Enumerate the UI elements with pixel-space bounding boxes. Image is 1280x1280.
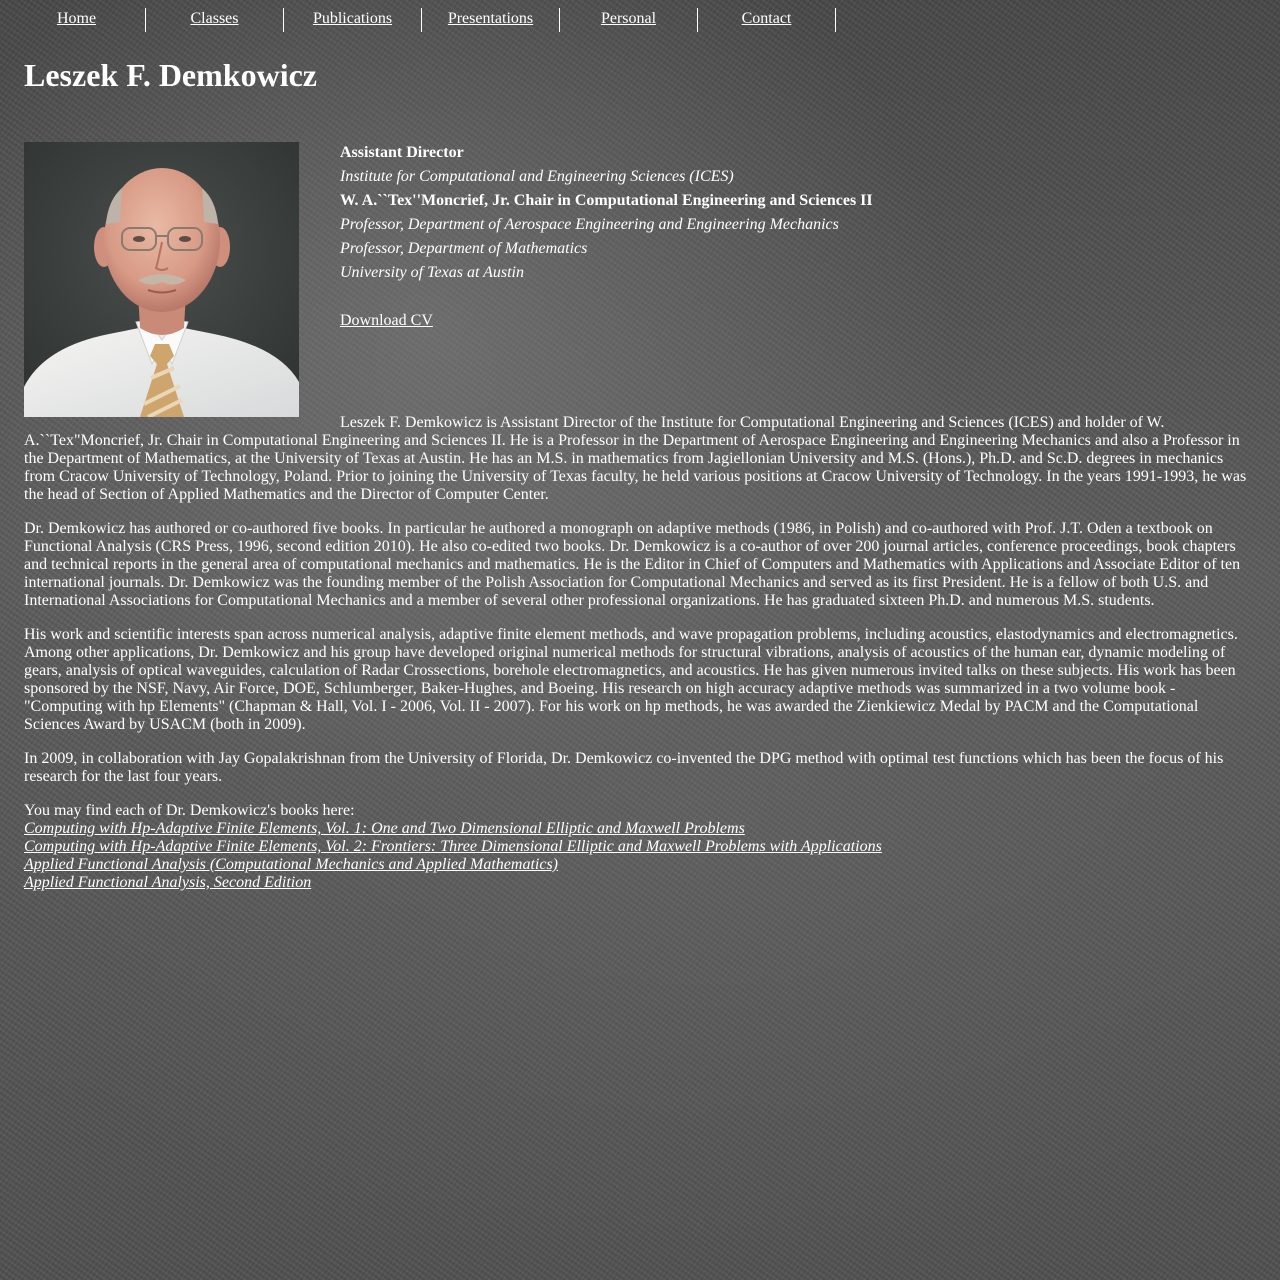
title-math-professor: Professor, Department of Mathematics xyxy=(340,240,588,257)
books-intro: You may find each of Dr. Demkowicz's boo… xyxy=(24,802,355,819)
nav-item-presentations: Presentations xyxy=(422,8,560,32)
title-chair: W. A.``Tex''Moncrief, Jr. Chair in Compu… xyxy=(340,192,873,209)
cv-link-wrapper: Download CV xyxy=(340,309,433,333)
book-link-hp-vol2[interactable]: Computing with Hp-Adaptive Finite Elemen… xyxy=(24,838,1256,856)
nav-link-classes[interactable]: Classes xyxy=(191,10,239,27)
biography: Leszek F. Demkowicz is Assistant Directo… xyxy=(24,414,1256,892)
top-nav: Home Classes Publications Presentations … xyxy=(8,8,836,32)
nav-item-publications: Publications xyxy=(284,8,422,32)
nav-item-classes: Classes xyxy=(146,8,284,32)
nav-link-presentations[interactable]: Presentations xyxy=(448,10,533,27)
book-link-functional-analysis[interactable]: Applied Functional Analysis (Computation… xyxy=(24,856,1256,874)
book-link-hp-vol1[interactable]: Computing with Hp-Adaptive Finite Elemen… xyxy=(24,820,1256,838)
title-aerospace-professor: Professor, Department of Aerospace Engin… xyxy=(340,216,839,233)
nav-link-publications[interactable]: Publications xyxy=(313,10,392,27)
nav-link-home[interactable]: Home xyxy=(57,10,96,27)
book-link-functional-analysis-2nd[interactable]: Applied Functional Analysis, Second Edit… xyxy=(24,874,1256,892)
bio-paragraph-4: In 2009, in collaboration with Jay Gopal… xyxy=(24,750,1224,785)
nav-link-contact[interactable]: Contact xyxy=(742,10,792,27)
position-titles: Assistant Director Institute for Computa… xyxy=(340,141,873,285)
books-section: You may find each of Dr. Demkowicz's boo… xyxy=(24,802,1256,892)
portrait-illustration xyxy=(24,142,299,417)
bio-paragraph-1: Leszek F. Demkowicz is Assistant Directo… xyxy=(24,414,1256,504)
page-title: Leszek F. Demkowicz xyxy=(24,57,317,93)
title-university: University of Texas at Austin xyxy=(340,264,524,281)
nav-link-personal[interactable]: Personal xyxy=(601,10,656,27)
nav-item-personal: Personal xyxy=(560,8,698,32)
bio-paragraph-2: Dr. Demkowicz has authored or co-authore… xyxy=(24,520,1241,609)
portrait-photo xyxy=(24,142,299,417)
download-cv-link[interactable]: Download CV xyxy=(340,312,433,329)
title-assistant-director: Assistant Director xyxy=(340,144,464,161)
nav-item-contact: Contact xyxy=(698,8,836,32)
bio-paragraph-1-text: Leszek F. Demkowicz is Assistant Directo… xyxy=(24,414,1247,503)
nav-item-home: Home xyxy=(8,8,146,32)
title-institute: Institute for Computational and Engineer… xyxy=(340,168,734,185)
bio-paragraph-3: His work and scientific interests span a… xyxy=(24,626,1238,733)
